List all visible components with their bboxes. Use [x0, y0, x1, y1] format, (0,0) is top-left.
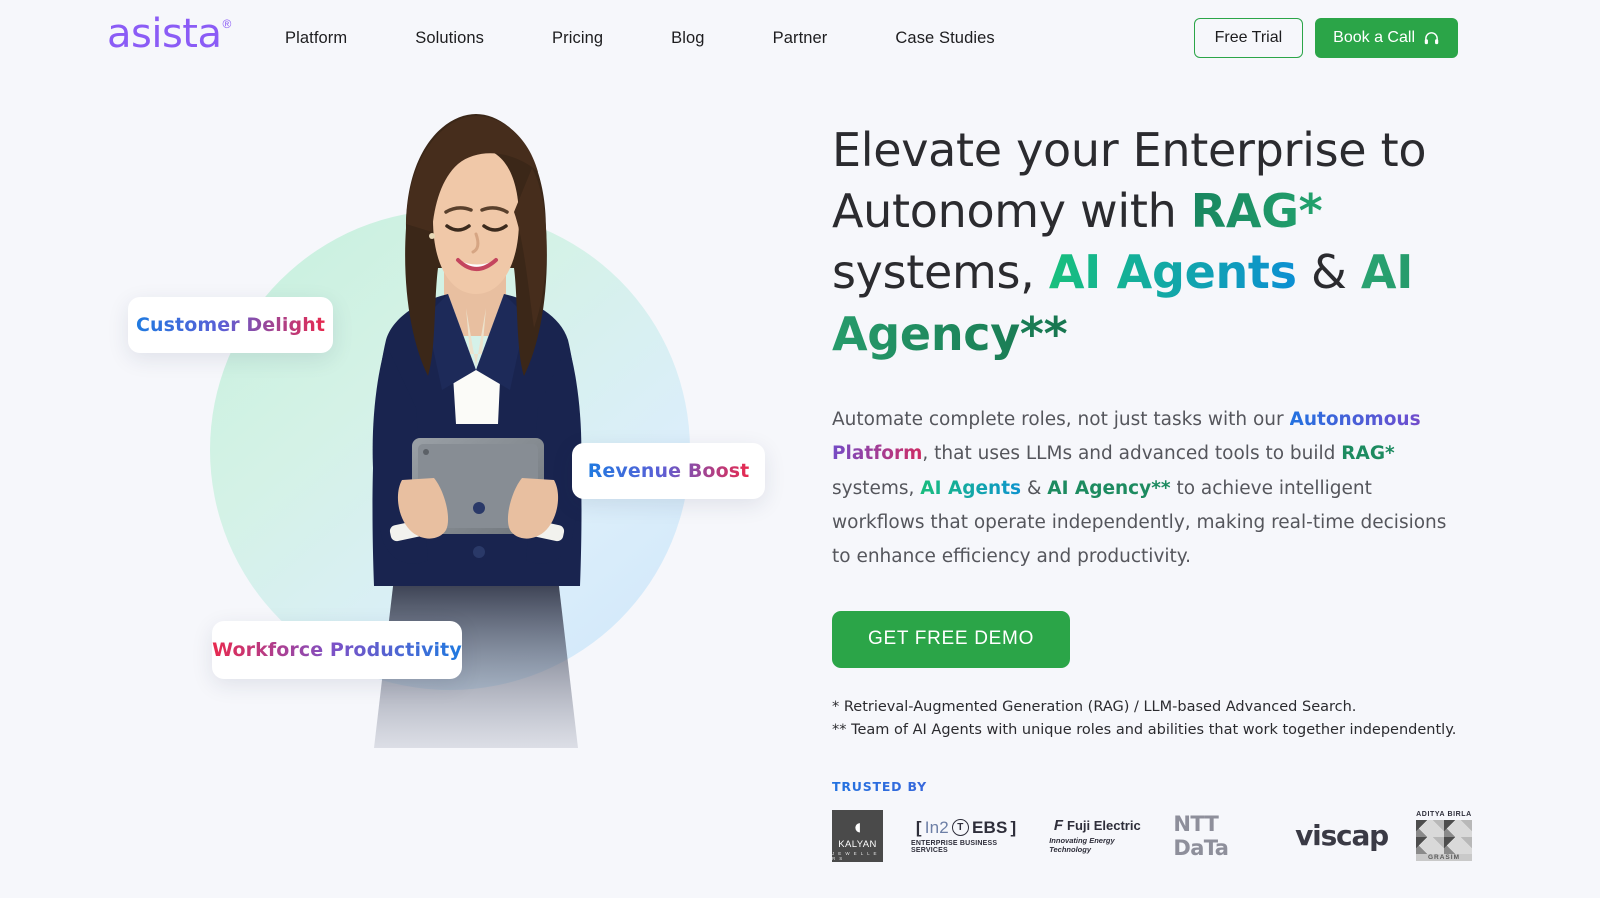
in2-bracket-open: [	[915, 817, 922, 837]
hero-content: Elevate your Enterprise to Autonomy with…	[832, 120, 1472, 862]
hero-visual: Customer Delight Revenue Boost Workforce…	[60, 90, 800, 748]
aditya-birla-mark-icon	[1415, 819, 1472, 854]
trusted-by-label: TRUSTED BY	[832, 779, 1472, 794]
in2-ebs-logo: [ In2 T EBS ] ENTERPRISE BUSINESS SERVIC…	[911, 818, 1021, 854]
footnote-rag: * Retrieval-Augmented Generation (RAG) /…	[832, 698, 1357, 715]
site-header: asista ® Platform Solutions Pricing Blog…	[0, 0, 1600, 76]
in2-circle-t-icon: T	[951, 819, 969, 837]
kalyan-logo-title: KALYAN	[838, 838, 877, 850]
nav-item-partner[interactable]: Partner	[739, 29, 862, 48]
book-a-call-button[interactable]: Book a Call	[1315, 18, 1458, 58]
headline-part-1: Elevate your Enterprise to Autonomy with	[832, 123, 1427, 239]
aditya-birla-logo-title: ADITYA BIRLA	[1416, 810, 1472, 818]
brand-logo[interactable]: asista ®	[107, 14, 231, 54]
page-root: asista ® Platform Solutions Pricing Blog…	[0, 0, 1600, 898]
subcopy-ai-agents: AI Agents	[920, 477, 1022, 499]
footnote-agency: ** Team of AI Agents with unique roles a…	[832, 722, 1457, 739]
nav-item-case-studies[interactable]: Case Studies	[861, 29, 1028, 48]
nav-item-pricing[interactable]: Pricing	[518, 29, 637, 48]
floating-card-label: Workforce Productivity	[212, 639, 462, 661]
headline-part-3: &	[1296, 245, 1361, 300]
headline-part-2: systems,	[832, 245, 1049, 300]
fuji-logo-title-row: F Fuji Electric	[1054, 817, 1141, 834]
hero-footnotes: * Retrieval-Augmented Generation (RAG) /…	[832, 696, 1472, 743]
main-navigation: Platform Solutions Pricing Blog Partner …	[275, 0, 1029, 76]
floating-card-label: Customer Delight	[135, 314, 326, 336]
ntt-data-logo: NTT DaTa	[1173, 811, 1229, 860]
floating-card-workforce-productivity: Workforce Productivity	[212, 621, 462, 679]
page-title: Elevate your Enterprise to Autonomy with…	[832, 120, 1472, 365]
subcopy-part-1: Automate complete roles, not just tasks …	[832, 408, 1290, 430]
in2-ebs-word: EBS	[971, 817, 1008, 837]
grasim-logo-subtitle: GRASIM	[1415, 853, 1472, 861]
in2-ebs-logo-subtitle: ENTERPRISE BUSINESS SERVICES	[911, 839, 998, 854]
headline-ai-agents: AI Agents	[1048, 245, 1297, 300]
subcopy-part-3: systems,	[832, 477, 921, 499]
nav-item-blog[interactable]: Blog	[637, 29, 738, 48]
kalyan-logo-subtitle: J E W E L L E R S	[832, 850, 878, 861]
trusted-by-logos: ◖ KALYAN J E W E L L E R S [ In2 T EBS ]…	[832, 809, 1472, 862]
subcopy-rag: RAG*	[1341, 443, 1395, 465]
book-a-call-label: Book a Call	[1333, 29, 1415, 46]
headline-rag: RAG*	[1190, 184, 1323, 239]
aditya-birla-grasim-logo: ADITYA BIRLA GRASIM	[1415, 810, 1472, 861]
brand-logo-text: asista	[107, 11, 222, 57]
fuji-f-mark-icon: F	[1053, 817, 1064, 835]
floating-card-revenue-boost: Revenue Boost	[572, 443, 765, 499]
in2-ebs-logo-title: [ In2 T EBS ]	[916, 818, 1017, 838]
kalyan-mark-icon: ◖	[850, 813, 865, 839]
hero-subcopy: Automate complete roles, not just tasks …	[832, 403, 1457, 575]
kalyan-jewellers-logo: ◖ KALYAN J E W E L L E R S	[832, 809, 884, 862]
floating-card-customer-delight: Customer Delight	[128, 297, 333, 353]
header-actions: Free Trial Book a Call	[1193, 0, 1458, 76]
subcopy-part-4: &	[1021, 477, 1048, 499]
nav-item-platform[interactable]: Platform	[275, 29, 381, 48]
headset-icon	[1423, 30, 1440, 47]
nav-item-solutions[interactable]: Solutions	[381, 29, 518, 48]
subcopy-part-2: , that uses LLMs and advanced tools to b…	[922, 443, 1342, 465]
floating-card-label: Revenue Boost	[587, 460, 750, 482]
registered-trademark-icon: ®	[222, 17, 232, 31]
fuji-logo-title: Fuji Electric	[1067, 818, 1141, 834]
in2-word: In2	[924, 817, 949, 837]
fuji-logo-subtitle: Innovating Energy Technology	[1049, 836, 1115, 855]
subcopy-ai-agency: AI Agency**	[1047, 477, 1171, 499]
get-free-demo-button[interactable]: GET FREE DEMO	[832, 610, 1071, 668]
viscap-logo: viscap	[1295, 819, 1389, 853]
in2-bracket-close: ]	[1010, 817, 1017, 837]
free-trial-button[interactable]: Free Trial	[1193, 18, 1304, 58]
fuji-electric-logo: F Fuji Electric Innovating Energy Techno…	[1049, 817, 1145, 854]
